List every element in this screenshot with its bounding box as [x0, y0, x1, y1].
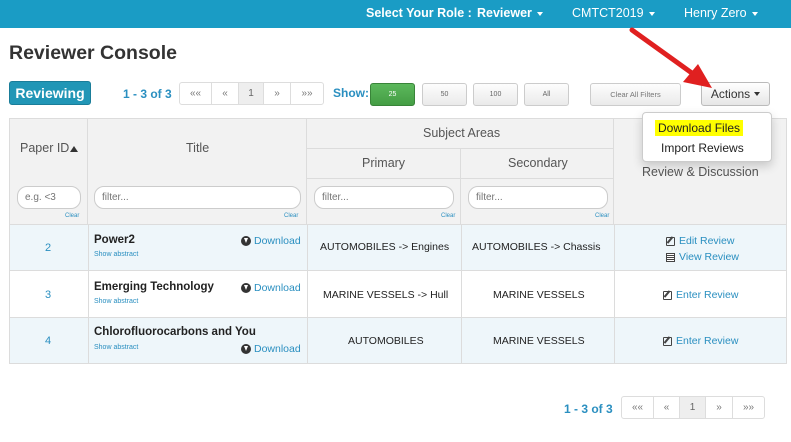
page-size-all-button[interactable]: All	[524, 83, 569, 106]
reviewing-button[interactable]: Reviewing	[9, 81, 91, 105]
paper-id-link[interactable]: 4	[45, 335, 51, 347]
show-abstract-link[interactable]: Show abstract	[94, 251, 138, 258]
caret-down-icon	[754, 92, 761, 96]
first-page-button[interactable]: ««	[622, 397, 654, 418]
download-icon	[241, 283, 251, 293]
paper-title: Chlorofluorocarbons and You	[94, 326, 256, 338]
download-label: Download	[254, 235, 301, 247]
last-page-button[interactable]: »»	[733, 397, 764, 418]
download-link[interactable]: Download	[241, 282, 301, 294]
header-subject-areas: Subject Areas	[307, 119, 614, 149]
conference-value: CMTCT2019	[572, 6, 644, 20]
view-review-link[interactable]: View Review	[666, 251, 739, 263]
primary-clear-link[interactable]: Clear	[441, 213, 455, 219]
paper-title: Power2	[94, 234, 135, 246]
paper-title: Emerging Technology	[94, 281, 214, 293]
title-clear-link[interactable]: Clear	[284, 213, 298, 219]
current-page-button[interactable]: 1	[239, 83, 264, 104]
secondary-subject: MARINE VESSELS	[493, 289, 585, 301]
edit-review-link[interactable]: Edit Review	[666, 235, 734, 247]
secondary-subject: MARINE VESSELS	[493, 335, 585, 347]
prev-page-button[interactable]: «	[212, 83, 239, 104]
page-size-50-button[interactable]: 50	[422, 83, 467, 106]
show-abstract-link[interactable]: Show abstract	[94, 298, 138, 305]
edit-icon	[663, 336, 672, 346]
list-icon	[666, 252, 675, 262]
actions-label: Actions	[710, 87, 751, 101]
conference-dropdown[interactable]: CMTCT2019	[572, 6, 655, 20]
sort-up-icon	[70, 145, 79, 152]
primary-subject: MARINE VESSELS -> Hull	[323, 289, 449, 301]
primary-filter-input[interactable]	[314, 186, 454, 209]
top-nav-bar: Select Your Role : Reviewer CMTCT2019 He…	[0, 0, 791, 28]
current-page-button[interactable]: 1	[680, 397, 706, 418]
download-icon	[241, 344, 251, 354]
title-filter-input[interactable]	[94, 186, 301, 209]
role-value: Reviewer	[477, 6, 532, 20]
secondary-clear-link[interactable]: Clear	[595, 213, 609, 219]
import-reviews-menu-item[interactable]: Import Reviews	[661, 141, 744, 155]
page-size-25-button[interactable]: 25	[370, 83, 415, 106]
paper-id-link[interactable]: 2	[45, 242, 51, 254]
primary-subject: AUTOMOBILES	[348, 335, 424, 347]
paper-id-link[interactable]: 3	[45, 289, 51, 301]
enter-review-link[interactable]: Enter Review	[663, 289, 738, 301]
paper-id-clear-link[interactable]: Clear	[65, 213, 79, 219]
header-primary-label: Primary	[362, 156, 406, 170]
header-review-discussion-label: Review & Discussion	[642, 165, 759, 179]
edit-icon	[666, 236, 675, 246]
download-label: Download	[254, 282, 301, 294]
secondary-filter-input[interactable]	[468, 186, 608, 209]
download-icon	[241, 236, 251, 246]
clear-all-filters-button[interactable]: Clear All Filters	[590, 83, 681, 106]
pagination-top: «« « 1 » »»	[179, 82, 324, 105]
caret-down-icon	[648, 11, 655, 16]
role-dropdown[interactable]: Reviewer	[477, 6, 543, 20]
view-review-label: View Review	[679, 251, 739, 263]
edit-review-label: Edit Review	[679, 235, 735, 247]
column-divider	[461, 225, 462, 363]
primary-subject: AUTOMOBILES -> Engines	[320, 241, 450, 253]
column-divider	[88, 225, 89, 363]
column-divider	[614, 225, 615, 363]
caret-down-icon	[536, 11, 543, 16]
header-primary[interactable]: Primary	[307, 149, 461, 179]
first-page-button[interactable]: ««	[180, 83, 212, 104]
actions-dropdown-menu: Download Files Import Reviews	[642, 112, 772, 162]
header-secondary-label: Secondary	[508, 156, 568, 170]
next-page-button[interactable]: »	[264, 83, 291, 104]
page-title: Reviewer Console	[9, 42, 177, 64]
enter-review-label: Enter Review	[676, 335, 739, 347]
caret-down-icon	[751, 11, 758, 16]
next-page-button[interactable]: »	[706, 397, 733, 418]
page-size-100-button[interactable]: 100	[473, 83, 518, 106]
pagination-bottom: «« « 1 » »»	[621, 396, 765, 419]
download-files-menu-item[interactable]: Download Files	[655, 120, 744, 136]
result-count: 1 - 3 of 3	[123, 87, 172, 101]
paper-id-filter-input[interactable]	[17, 186, 81, 209]
user-menu[interactable]: Henry Zero	[684, 6, 758, 20]
last-page-button[interactable]: »»	[291, 83, 323, 104]
download-link[interactable]: Download	[241, 343, 301, 355]
header-subject-areas-label: Subject Areas	[423, 126, 501, 140]
enter-review-link[interactable]: Enter Review	[663, 335, 738, 347]
result-count-bottom: 1 - 3 of 3	[564, 402, 613, 416]
prev-page-button[interactable]: «	[654, 397, 680, 418]
role-label: Select Your Role :	[366, 6, 472, 20]
download-label: Download	[254, 343, 301, 355]
enter-review-label: Enter Review	[676, 289, 739, 301]
secondary-subject: AUTOMOBILES -> Chassis	[472, 241, 601, 253]
edit-icon	[663, 290, 672, 300]
show-abstract-link[interactable]: Show abstract	[94, 344, 138, 351]
header-title-label: Title	[186, 141, 210, 155]
actions-button[interactable]: Actions	[701, 82, 770, 106]
header-paper-id-label: Paper ID	[20, 141, 70, 155]
download-link[interactable]: Download	[241, 235, 301, 247]
page-size-label: Show:	[333, 86, 369, 100]
header-secondary[interactable]: Secondary	[461, 149, 614, 179]
column-divider	[307, 225, 308, 363]
user-name: Henry Zero	[684, 6, 747, 20]
